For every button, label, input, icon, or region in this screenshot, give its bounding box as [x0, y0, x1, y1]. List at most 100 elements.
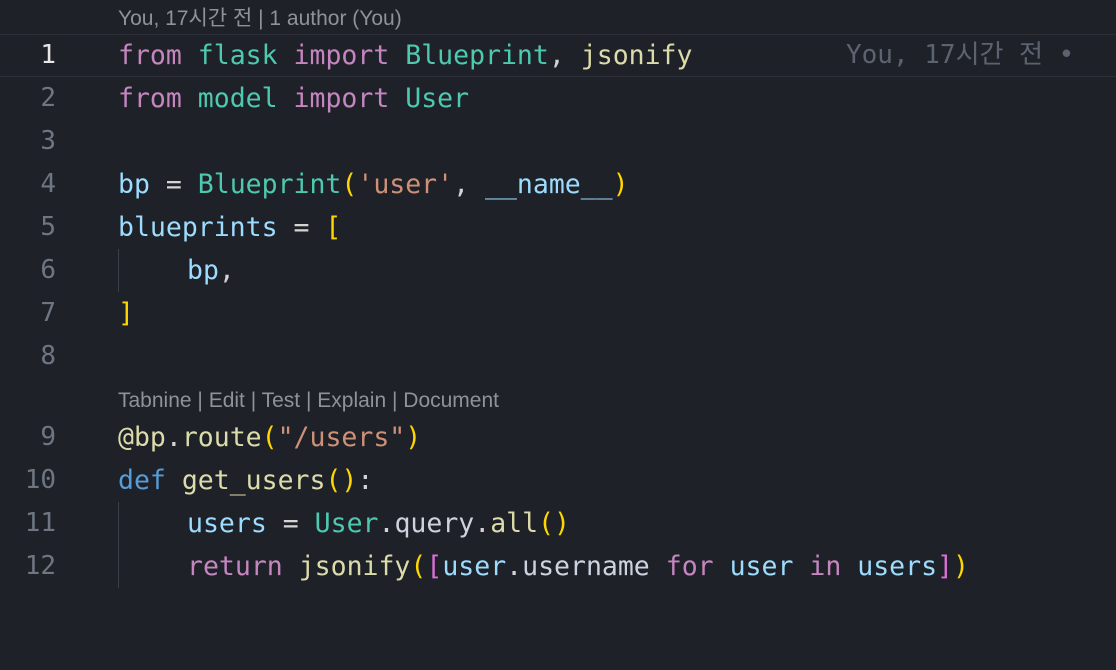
code-text[interactable]: bp = Blueprint('user', __name__) [118, 163, 629, 206]
keyword-token: for [665, 551, 714, 582]
bracket-token: [ [325, 212, 342, 243]
code-line-7[interactable]: 7 ] [0, 292, 1116, 335]
code-text[interactable]: users = User.query.all() [187, 502, 570, 545]
blame-codelens[interactable]: You, 17시간 전 | 1 author (You) [118, 8, 402, 29]
decorator-token: @bp [118, 422, 166, 453]
class-token: Blueprint [197, 169, 342, 200]
line-number[interactable]: 9 [0, 416, 56, 459]
keyword-token: from [118, 40, 182, 71]
line-number[interactable]: 3 [0, 120, 56, 163]
bracket-token: ( [341, 169, 358, 200]
variable-token: bp [187, 255, 219, 286]
line-number[interactable]: 7 [0, 292, 56, 335]
function-token: jsonify [580, 40, 693, 71]
line-number[interactable]: 10 [0, 459, 56, 502]
code-line-5[interactable]: 5 blueprints = [ [0, 206, 1116, 249]
code-editor[interactable]: You, 17시간 전 | 1 author (You) 1 from flas… [0, 0, 1116, 670]
line-number[interactable]: 12 [0, 545, 56, 588]
module-token: flask [197, 40, 278, 71]
function-token: all [490, 508, 539, 539]
punctuation-token: : [357, 465, 374, 496]
keyword-token: return [187, 551, 283, 582]
blame-author-link[interactable]: You, 17시간 전 [118, 7, 252, 30]
class-token: Blueprint [405, 40, 549, 71]
tabnine-document-link[interactable]: Document [403, 389, 499, 412]
line-number[interactable]: 4 [0, 163, 56, 206]
variable-token: user [442, 551, 507, 582]
keyword-token: import [293, 40, 390, 71]
line-number[interactable]: 1 [0, 34, 56, 77]
string-token: "/users" [277, 422, 406, 453]
line-number[interactable]: 11 [0, 502, 56, 545]
code-text[interactable]: @bp.route("/users") [118, 416, 421, 459]
bracket-token: () [538, 508, 570, 539]
variable-token: blueprints [118, 212, 278, 243]
code-text[interactable]: def get_users(): [118, 459, 373, 502]
codelens-separator: | [300, 389, 318, 412]
punctuation-token: . [165, 422, 182, 453]
code-text[interactable]: from model import User [118, 77, 469, 120]
punctuation-token: . [378, 508, 395, 539]
operator-token: = [149, 169, 198, 200]
variable-token: bp [118, 169, 150, 200]
code-line-1[interactable]: 1 from flask import Blueprint, jsonify Y… [0, 34, 1116, 77]
code-line-6[interactable]: 6 bp, [0, 249, 1116, 292]
bracket-token: [ [426, 551, 443, 582]
tabnine-link[interactable]: Tabnine [118, 389, 192, 412]
code-line-10[interactable]: 10 def get_users(): [0, 459, 1116, 502]
code-text[interactable]: return jsonify([user.username for user i… [187, 545, 969, 588]
bracket-token: ) [953, 551, 969, 582]
keyword-token: import [293, 83, 390, 114]
line-number[interactable]: 8 [0, 335, 56, 378]
codelens-separator: | [244, 389, 262, 412]
line-number[interactable]: 5 [0, 206, 56, 249]
tabnine-edit-link[interactable]: Edit [209, 389, 245, 412]
function-token: jsonify [298, 551, 411, 582]
punctuation-token: , [218, 255, 235, 286]
keyword-token: from [118, 83, 182, 114]
tabnine-explain-link[interactable]: Explain [317, 389, 386, 412]
function-token: route [181, 422, 262, 453]
class-token: User [405, 83, 470, 114]
bracket-token: ) [612, 169, 629, 200]
variable-token: users [187, 508, 267, 539]
variable-token: users [857, 551, 938, 582]
punctuation-token: , [453, 169, 486, 200]
blame-authors-link[interactable]: 1 author (You) [269, 7, 401, 30]
keyword-token: def [118, 465, 166, 496]
bracket-token: ( [410, 551, 427, 582]
line-number[interactable]: 2 [0, 77, 56, 120]
code-text[interactable]: blueprints = [ [118, 206, 341, 249]
bracket-token: () [325, 465, 358, 496]
code-line-9[interactable]: 9 @bp.route("/users") [0, 416, 1116, 459]
operator-token: = [277, 212, 326, 243]
code-line-2[interactable]: 2 from model import User [0, 77, 1116, 120]
codelens-separator: | [191, 389, 209, 412]
code-line-4[interactable]: 4 bp = Blueprint('user', __name__) [0, 163, 1116, 206]
code-text[interactable]: from flask import Blueprint, jsonify [118, 34, 692, 77]
codelens-separator: | [386, 389, 404, 412]
code-line-11[interactable]: 11 users = User.query.all() [0, 502, 1116, 545]
line-number[interactable]: 6 [0, 249, 56, 292]
class-token: User [314, 508, 379, 539]
tabnine-test-link[interactable]: Test [262, 389, 301, 412]
indent-guide [118, 502, 119, 588]
function-token: get_users [181, 465, 326, 496]
tabnine-codelens[interactable]: Tabnine | Edit | Test | Explain | Docume… [118, 390, 499, 411]
code-line-8[interactable]: 8 [0, 335, 1116, 378]
bracket-token: ] [937, 551, 954, 582]
punctuation-token: . [474, 508, 491, 539]
inline-blame[interactable]: You, 17시간 전 • [846, 34, 1090, 77]
attribute-token: query [394, 508, 475, 539]
variable-token: __name__ [485, 169, 613, 200]
indent-guide [118, 249, 119, 292]
keyword-token: in [809, 551, 842, 582]
string-token: 'user' [357, 169, 454, 200]
code-line-3[interactable]: 3 [0, 120, 1116, 163]
code-text[interactable]: bp, [187, 249, 235, 292]
variable-token: user [729, 551, 794, 582]
module-token: model [197, 83, 278, 114]
code-text[interactable]: ] [118, 292, 134, 335]
code-line-12[interactable]: 12 return jsonify([user.username for use… [0, 545, 1116, 588]
bracket-token: ( [261, 422, 278, 453]
